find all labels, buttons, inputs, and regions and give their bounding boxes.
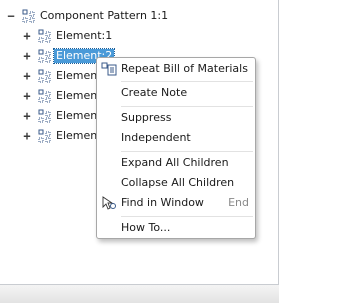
tree-row-root[interactable]: − Component Pattern 1:1 (4, 7, 274, 25)
menu-item-how-to[interactable]: How To... (97, 218, 255, 238)
menu-label: Suppress (121, 111, 172, 124)
menu-separator (121, 81, 253, 82)
panel-bottom-bar (0, 285, 279, 303)
menu-label: Collapse All Children (121, 176, 235, 189)
menu-label: Find in Window (121, 196, 204, 209)
expand-icon[interactable]: + (22, 107, 32, 125)
menu-separator (121, 151, 253, 152)
menu-label: Expand All Children (121, 156, 229, 169)
menu-item-independent[interactable]: Independent (97, 128, 255, 148)
menu-shortcut: End (228, 196, 249, 209)
collapse-icon[interactable]: − (6, 7, 16, 25)
expand-icon[interactable]: + (22, 47, 32, 65)
menu-label: Create Note (121, 86, 188, 99)
repeat-bom-icon (101, 62, 117, 76)
menu-item-collapse-all-children[interactable]: Collapse All Children (97, 173, 255, 193)
menu-item-find-in-window[interactable]: Find in Window End (97, 193, 255, 213)
element-icon (38, 109, 51, 123)
tree-label: Element:1 (56, 29, 113, 42)
menu-label: How To... (121, 221, 171, 234)
element-icon (38, 69, 51, 83)
element-icon (38, 129, 51, 143)
tree-row-element[interactable]: + Element:1 (20, 27, 270, 45)
expand-icon[interactable]: + (22, 127, 32, 145)
menu-item-repeat-bom[interactable]: Repeat Bill of Materials (97, 59, 255, 79)
tree-label-root: Component Pattern 1:1 (40, 9, 169, 22)
expand-icon[interactable]: + (22, 27, 32, 45)
menu-item-suppress[interactable]: Suppress (97, 108, 255, 128)
context-menu: Repeat Bill of Materials Create Note Sup… (96, 57, 256, 239)
find-in-window-icon (102, 196, 116, 210)
expand-icon[interactable]: + (22, 67, 32, 85)
menu-label: Independent (121, 131, 191, 144)
component-pattern-icon (22, 9, 35, 23)
element-icon (38, 89, 51, 103)
element-icon (38, 49, 51, 63)
menu-separator (121, 106, 253, 107)
menu-separator (121, 216, 253, 217)
expand-icon[interactable]: + (22, 87, 32, 105)
menu-label: Repeat Bill of Materials (121, 62, 248, 75)
menu-item-expand-all-children[interactable]: Expand All Children (97, 153, 255, 173)
menu-item-create-note[interactable]: Create Note (97, 83, 255, 103)
element-icon (38, 29, 51, 43)
